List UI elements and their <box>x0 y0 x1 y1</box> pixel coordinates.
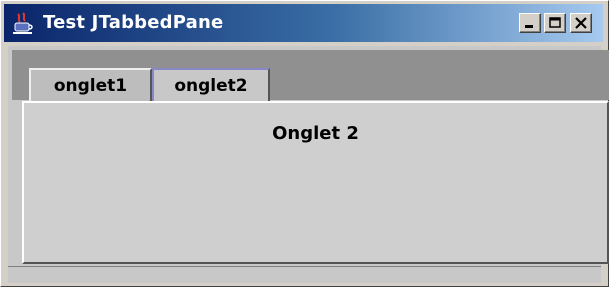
tab-label: onglet2 <box>174 76 248 96</box>
panel-label: Onglet 2 <box>272 123 359 144</box>
window-bottom-border <box>8 266 601 283</box>
title-bar[interactable]: Test JTabbedPane <box>4 4 603 42</box>
java-coffee-cup-icon[interactable] <box>12 12 34 36</box>
tab-onglet1[interactable]: onglet1 <box>29 68 152 102</box>
maximize-icon <box>549 17 561 28</box>
tab-label: onglet1 <box>53 76 128 96</box>
tab-content-panel: Onglet 2 <box>22 101 609 264</box>
close-button[interactable] <box>570 13 592 33</box>
window-title: Test JTabbedPane <box>43 12 224 33</box>
close-icon <box>575 17 587 29</box>
maximize-button[interactable] <box>544 13 566 33</box>
minimize-icon <box>525 25 533 28</box>
tab-onglet2[interactable]: onglet2 <box>152 68 270 102</box>
minimize-button[interactable] <box>519 13 541 33</box>
